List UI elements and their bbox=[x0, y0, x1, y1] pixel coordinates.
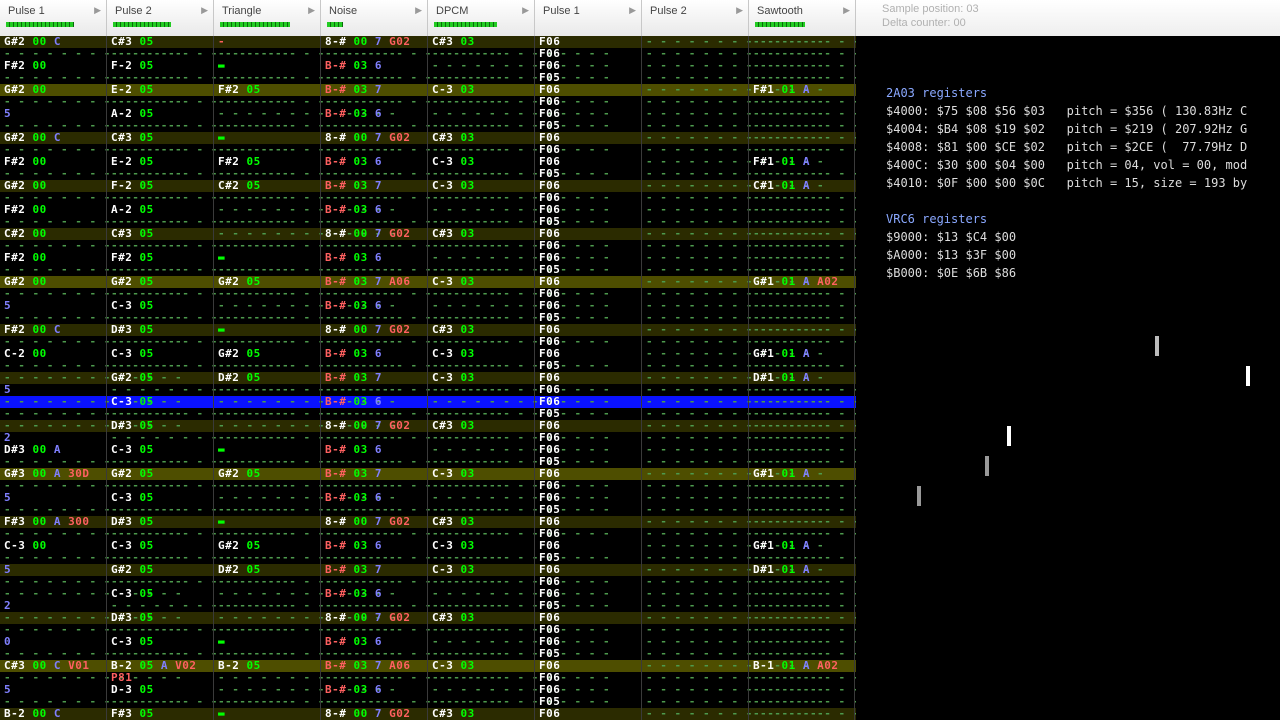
pattern-editor[interactable]: G#2 00 C C#3 05-8-# 00 7 G02 C#3 03 F06- - … bbox=[0, 36, 856, 720]
channel-label: Pulse 2 bbox=[115, 5, 152, 17]
chevron-right-icon[interactable]: ▶ bbox=[201, 6, 208, 16]
sample-position-label: Sample position: 03 bbox=[882, 3, 979, 15]
volume-meter bbox=[113, 22, 171, 27]
reg-line-2a03-1: $4004: $B4 $08 $19 $02 pitch = $219 ( 20… bbox=[886, 122, 1248, 136]
channel-divider bbox=[106, 36, 107, 720]
reg-line-2a03-2: $4008: $81 $00 $CE $02 pitch = $2CE ( 77… bbox=[886, 140, 1248, 154]
volume-meter bbox=[755, 22, 805, 27]
regs-vrc6-title: VRC6 registers bbox=[886, 212, 988, 226]
channel-header-2[interactable]: Triangle ▶ bbox=[214, 0, 321, 36]
channel-label: Sawtooth bbox=[757, 5, 803, 17]
chevron-right-icon[interactable]: ▶ bbox=[629, 6, 636, 16]
channel-header-1[interactable]: Pulse 2 ▶ bbox=[107, 0, 214, 36]
osc-sample-mark bbox=[917, 486, 921, 506]
channel-divider bbox=[534, 36, 535, 720]
channel-header-6[interactable]: Pulse 2 ▶ bbox=[642, 0, 749, 36]
channel-divider bbox=[320, 36, 321, 720]
volume-meter bbox=[434, 22, 497, 27]
register-panel: 2A03 registers $4000: $75 $08 $56 $03 pi… bbox=[886, 66, 1247, 282]
chevron-right-icon[interactable]: ▶ bbox=[843, 6, 850, 16]
chevron-right-icon[interactable]: ▶ bbox=[415, 6, 422, 16]
osc-sample-mark bbox=[1246, 366, 1250, 386]
channel-label: Pulse 1 bbox=[8, 5, 45, 17]
pattern-cell[interactable]: 8-# 00 7 G02 bbox=[325, 708, 411, 720]
channel-header-5[interactable]: Pulse 1 ▶ bbox=[535, 0, 642, 36]
chevron-right-icon[interactable]: ▶ bbox=[94, 6, 101, 16]
channel-header-4[interactable]: DPCM ▶ bbox=[428, 0, 535, 36]
reg-line-2a03-4: $4010: $0F $00 $00 $0C pitch = 15, size … bbox=[886, 176, 1248, 190]
reg-line-vrc6-1: $A000: $13 $3F $00 bbox=[886, 248, 1017, 262]
pattern-row[interactable]: B-2 00 C F#3 05 ▬ 8-# 00 7 G02 C#3 03 F06 - - … bbox=[0, 708, 856, 720]
pattern-cell[interactable]: F#3 05 bbox=[111, 708, 154, 720]
volume-meter bbox=[327, 22, 343, 27]
pattern-cell[interactable]: ▬ bbox=[218, 708, 225, 720]
reg-line-2a03-3: $400C: $30 $00 $04 $00 pitch = 04, vol =… bbox=[886, 158, 1248, 172]
chevron-right-icon[interactable]: ▶ bbox=[522, 6, 529, 16]
osc-sample-mark bbox=[1155, 336, 1159, 356]
pattern-cell[interactable]: C#3 03 bbox=[432, 708, 475, 720]
reg-line-vrc6-0: $9000: $13 $C4 $00 bbox=[886, 230, 1017, 244]
pattern-cell[interactable]: B-2 00 C bbox=[4, 708, 61, 720]
osc-sample-mark bbox=[985, 456, 989, 476]
channel-header-0[interactable]: Pulse 1 ▶ bbox=[0, 0, 107, 36]
pattern-cell[interactable]: - - - - - - - - - - - - - bbox=[753, 708, 856, 720]
chevron-right-icon[interactable]: ▶ bbox=[308, 6, 315, 16]
channel-header-3[interactable]: Noise ▶ bbox=[321, 0, 428, 36]
channel-divider bbox=[641, 36, 642, 720]
channel-label: Noise bbox=[329, 5, 358, 17]
channel-label: DPCM bbox=[436, 5, 469, 17]
channel-divider bbox=[427, 36, 428, 720]
volume-meter bbox=[6, 22, 74, 27]
channel-label: Pulse 1 bbox=[543, 5, 580, 17]
regs-2a03-title: 2A03 registers bbox=[886, 86, 988, 100]
channel-divider bbox=[854, 36, 855, 720]
channel-divider bbox=[748, 36, 749, 720]
info-panel: Sample position: 03 Delta counter: 00 bbox=[856, 0, 1280, 36]
channel-label: Pulse 2 bbox=[650, 5, 687, 17]
reg-line-vrc6-2: $B000: $0E $6B $86 bbox=[886, 266, 1017, 280]
reg-line-2a03-0: $4000: $75 $08 $56 $03 pitch = $356 ( 13… bbox=[886, 104, 1248, 118]
osc-sample-mark bbox=[1007, 426, 1011, 446]
pattern-cell[interactable]: - - - - - - - - - - - - - bbox=[4, 672, 182, 684]
delta-counter-label: Delta counter: 00 bbox=[882, 17, 966, 29]
chevron-right-icon[interactable]: ▶ bbox=[736, 6, 743, 16]
channel-label: Triangle bbox=[222, 5, 262, 17]
channel-header: Pulse 1 ▶ Pulse 2 ▶ Triangle ▶ Noise ▶ DPCM ▶ Puls… bbox=[0, 0, 856, 36]
volume-meter bbox=[220, 22, 290, 27]
pattern-cell[interactable]: F06 bbox=[539, 708, 560, 720]
channel-divider bbox=[213, 36, 214, 720]
channel-header-7[interactable]: Sawtooth ▶ bbox=[749, 0, 856, 36]
